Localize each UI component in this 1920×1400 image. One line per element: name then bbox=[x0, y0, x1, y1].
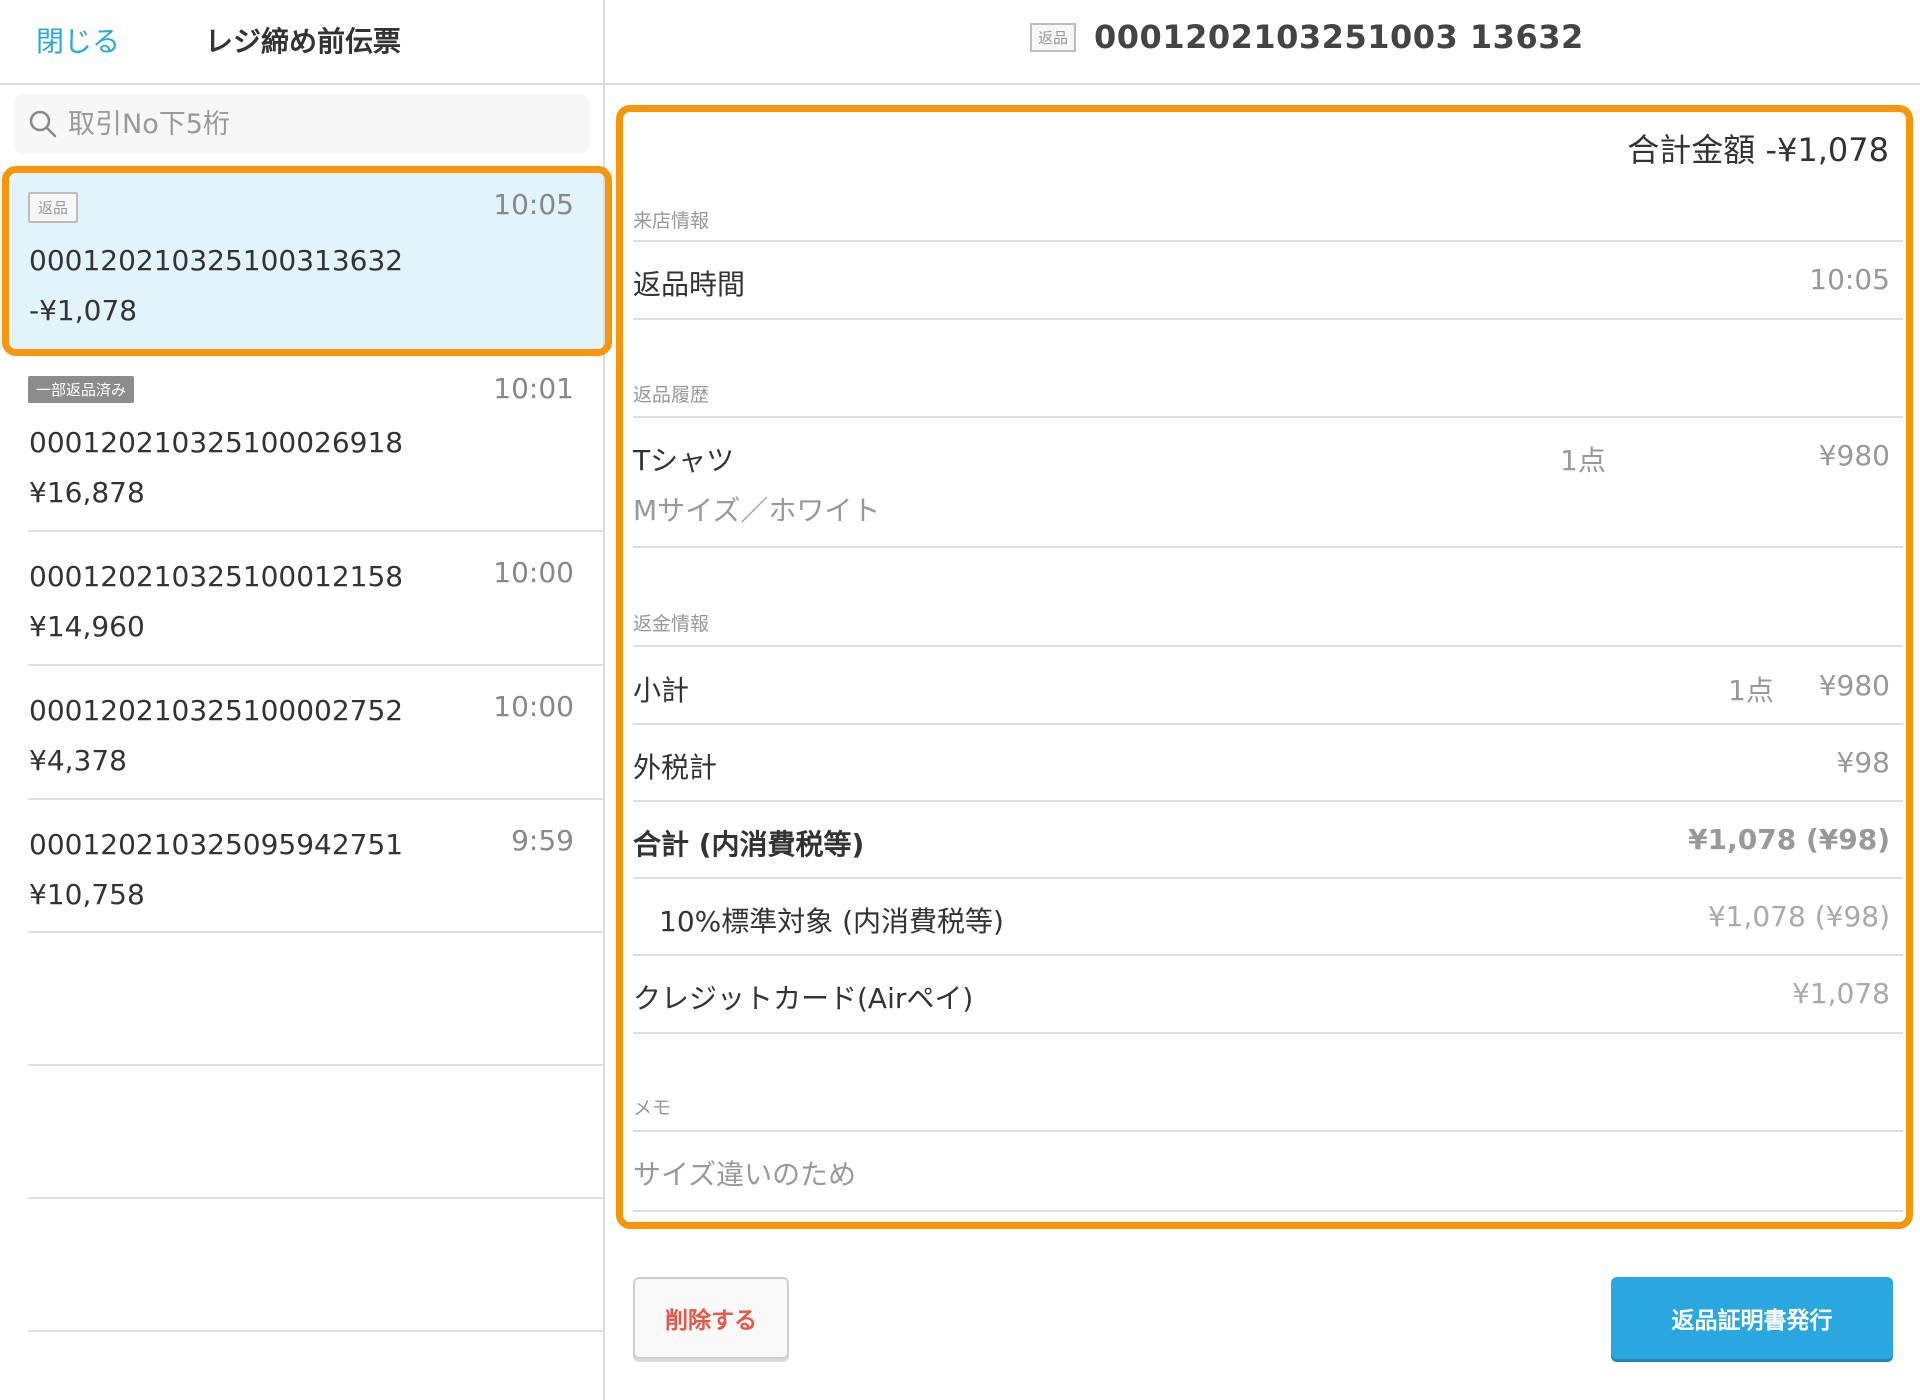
transaction-time: 10:01 bbox=[493, 372, 574, 405]
divider bbox=[633, 877, 1903, 879]
payment-value: ¥1,078 bbox=[1792, 977, 1890, 1010]
search-box[interactable] bbox=[14, 94, 590, 154]
row-divider bbox=[28, 1197, 603, 1199]
divider bbox=[633, 546, 1903, 548]
item-name: Tシャツ bbox=[633, 444, 735, 477]
memo-section-label: メモ bbox=[633, 1097, 672, 1119]
transaction-number: 000120210325100026918 bbox=[29, 426, 404, 459]
transaction-time: 10:00 bbox=[493, 556, 574, 589]
subtotal-label: 小計 bbox=[633, 674, 690, 707]
item-variant: Mサイズ／ホワイト bbox=[633, 494, 881, 527]
item-quantity: 1点 bbox=[1560, 444, 1606, 477]
subtotal-value: ¥980 bbox=[1818, 669, 1890, 702]
row-divider bbox=[28, 931, 603, 933]
detail-highlight bbox=[616, 105, 1913, 1229]
transaction-amount: ¥16,878 bbox=[29, 476, 145, 509]
payment-method-label: クレジットカード(Airペイ) bbox=[633, 982, 974, 1015]
return-badge: 返品 bbox=[1030, 22, 1077, 52]
divider bbox=[633, 1210, 1903, 1212]
transaction-amount: ¥10,758 bbox=[29, 878, 145, 911]
divider bbox=[633, 954, 1903, 956]
tax-value: ¥98 bbox=[1836, 746, 1890, 779]
sum-label: 合計 (内消費税等) bbox=[633, 828, 865, 861]
refund-section-label: 返金情報 bbox=[633, 613, 710, 635]
history-section-label: 返品履歴 bbox=[633, 384, 710, 406]
subtotal-quantity: 1点 bbox=[1728, 674, 1774, 707]
transaction-number: 000120210325100002752 bbox=[29, 694, 404, 727]
detail-title: 返品 0001202103251003 13632 bbox=[1030, 18, 1584, 56]
tax-rate-label: 10%標準対象 (内消費税等) bbox=[659, 905, 1004, 938]
transaction-amount: ¥4,378 bbox=[29, 744, 127, 777]
divider bbox=[633, 800, 1903, 802]
left-panel-title: レジ締め前伝票 bbox=[205, 25, 402, 58]
row-divider bbox=[28, 1064, 603, 1066]
transaction-time: 9:59 bbox=[511, 824, 574, 857]
transaction-item[interactable]: 一部返品済み 10:01 000120210325100026918 ¥16,8… bbox=[0, 356, 603, 530]
divider bbox=[633, 416, 1903, 418]
transaction-item[interactable]: 10:00 000120210325100002752 ¥4,378 bbox=[0, 666, 603, 798]
divider bbox=[633, 1032, 1903, 1034]
delete-button[interactable]: 削除する bbox=[633, 1277, 789, 1359]
divider bbox=[633, 240, 1903, 242]
return-time-value: 10:05 bbox=[1809, 263, 1890, 296]
transaction-time: 10:00 bbox=[493, 690, 574, 723]
divider bbox=[633, 645, 1903, 647]
item-price: ¥980 bbox=[1818, 439, 1890, 472]
divider bbox=[633, 1130, 1903, 1132]
search-input[interactable] bbox=[68, 108, 548, 140]
tax-rate-value: ¥1,078 (¥98) bbox=[1707, 900, 1890, 933]
close-button[interactable]: 閉じる bbox=[36, 20, 120, 60]
header: 閉じる レジ締め前伝票 返品 0001202103251003 13632 bbox=[0, 0, 1920, 85]
visit-section-label: 来店情報 bbox=[633, 210, 710, 232]
divider bbox=[633, 723, 1903, 725]
tax-label: 外税計 bbox=[633, 751, 718, 784]
issue-return-certificate-button[interactable]: 返品証明書発行 bbox=[1611, 1277, 1893, 1359]
total-amount: 合計金額 -¥1,078 bbox=[1627, 131, 1889, 169]
transaction-number: 000120210325100012158 bbox=[29, 560, 404, 593]
divider bbox=[633, 318, 1903, 320]
status-badge: 一部返品済み bbox=[28, 376, 135, 403]
transaction-item[interactable]: 9:59 000120210325095942751 ¥10,758 bbox=[0, 800, 603, 932]
transaction-amount: ¥14,960 bbox=[29, 610, 145, 643]
selected-highlight bbox=[2, 166, 612, 356]
app: 閉じる レジ締め前伝票 返品 0001202103251003 13632 返品… bbox=[0, 0, 1920, 1400]
sum-value: ¥1,078 (¥98) bbox=[1688, 823, 1890, 856]
detail-transaction-number: 0001202103251003 13632 bbox=[1094, 18, 1584, 56]
transaction-number: 000120210325095942751 bbox=[29, 828, 404, 861]
memo-text: サイズ違いのため bbox=[633, 1158, 857, 1191]
row-divider bbox=[28, 1330, 603, 1332]
return-time-label: 返品時間 bbox=[633, 268, 746, 301]
transaction-item[interactable]: 10:00 000120210325100012158 ¥14,960 bbox=[0, 532, 603, 664]
search-icon bbox=[29, 110, 57, 138]
